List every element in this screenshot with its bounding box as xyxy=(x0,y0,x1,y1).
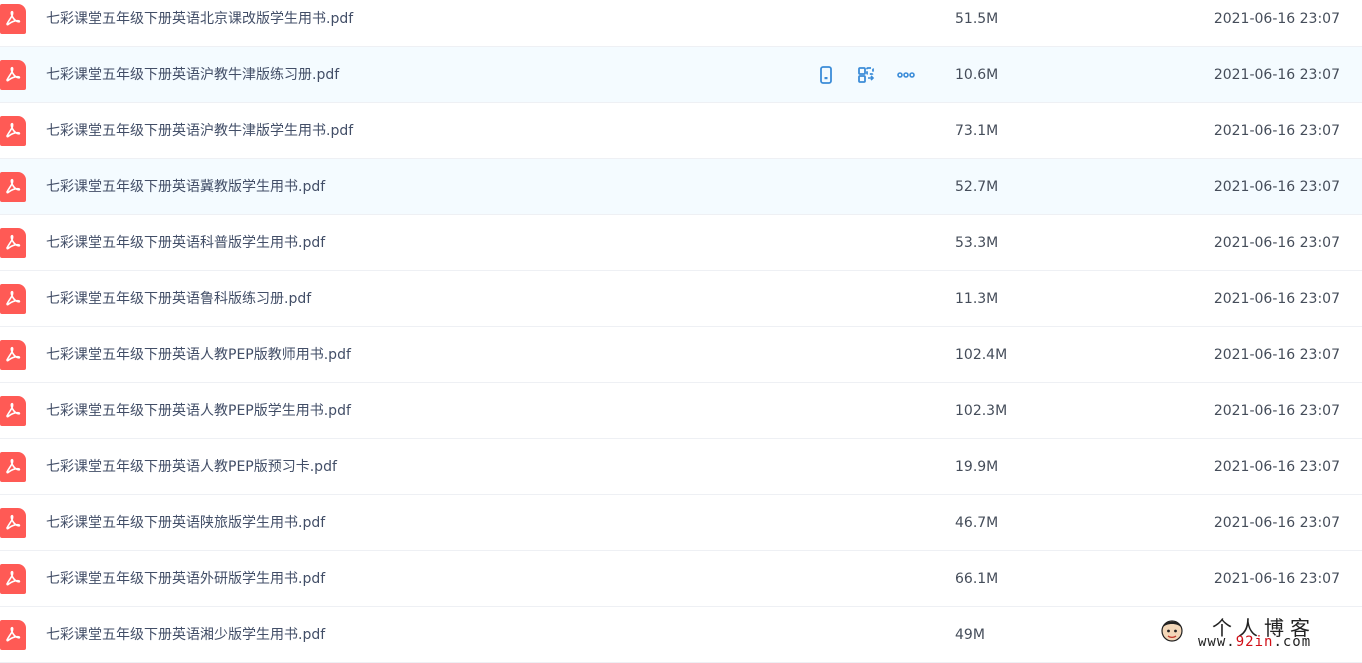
share-link-icon[interactable] xyxy=(856,65,876,85)
file-date: 2021-06-16 23:07 xyxy=(1213,179,1340,195)
file-list: 七彩课堂五年级下册英语北京课改版学生用书.pdf 51.5M 2021-06-1… xyxy=(0,0,1362,663)
pdf-file-icon xyxy=(0,396,26,426)
file-size: 10.6M xyxy=(955,67,999,83)
file-name[interactable]: 七彩课堂五年级下册英语北京课改版学生用书.pdf xyxy=(46,0,353,47)
file-row[interactable]: 七彩课堂五年级下册英语人教PEP版教师用书.pdf 102.4M 2021-06… xyxy=(0,327,1362,383)
file-name[interactable]: 七彩课堂五年级下册英语沪教牛津版练习册.pdf xyxy=(46,47,339,103)
file-row[interactable]: 七彩课堂五年级下册英语沪教牛津版练习册.pdf 10.6M 2021-06-16… xyxy=(0,47,1362,103)
watermark-url: www.92in.com xyxy=(1198,634,1311,650)
file-row[interactable]: 七彩课堂五年级下册英语外研版学生用书.pdf 66.1M 2021-06-16 … xyxy=(0,551,1362,607)
pdf-file-icon xyxy=(0,340,26,370)
file-name[interactable]: 七彩课堂五年级下册英语湘少版学生用书.pdf xyxy=(46,607,325,663)
more-icon[interactable] xyxy=(896,65,916,85)
file-date: 2021-06-16 23:07 xyxy=(1213,515,1340,531)
file-name[interactable]: 七彩课堂五年级下册英语人教PEP版预习卡.pdf xyxy=(46,439,337,495)
file-name[interactable]: 七彩课堂五年级下册英语沪教牛津版学生用书.pdf xyxy=(46,103,353,159)
phone-icon[interactable] xyxy=(816,65,836,85)
file-row[interactable]: 七彩课堂五年级下册英语陕旅版学生用书.pdf 46.7M 2021-06-16 … xyxy=(0,495,1362,551)
pdf-file-icon xyxy=(0,564,26,594)
file-row[interactable]: 七彩课堂五年级下册英语鲁科版练习册.pdf 11.3M 2021-06-16 2… xyxy=(0,271,1362,327)
file-date: 2021-06-16 23:07 xyxy=(1213,291,1340,307)
file-name[interactable]: 七彩课堂五年级下册英语外研版学生用书.pdf xyxy=(46,551,325,607)
cartoon-face-icon xyxy=(1158,616,1186,644)
pdf-file-icon xyxy=(0,228,26,258)
file-date: 2021-06-16 23:07 xyxy=(1213,571,1340,587)
row-actions xyxy=(816,65,916,85)
file-name[interactable]: 七彩课堂五年级下册英语冀教版学生用书.pdf xyxy=(46,159,325,215)
pdf-file-icon xyxy=(0,116,26,146)
file-name[interactable]: 七彩课堂五年级下册英语人教PEP版教师用书.pdf xyxy=(46,327,351,383)
file-size: 11.3M xyxy=(955,291,999,307)
file-size: 102.3M xyxy=(955,403,1008,419)
file-size: 46.7M xyxy=(955,515,999,531)
file-date: 2021-06-16 23:07 xyxy=(1213,235,1340,251)
file-row[interactable]: 七彩课堂五年级下册英语科普版学生用书.pdf 53.3M 2021-06-16 … xyxy=(0,215,1362,271)
file-size: 49M xyxy=(955,627,985,643)
file-name[interactable]: 七彩课堂五年级下册英语人教PEP版学生用书.pdf xyxy=(46,383,351,439)
file-date: 2021-06-16 23:07 xyxy=(1213,347,1340,363)
file-name[interactable]: 七彩课堂五年级下册英语陕旅版学生用书.pdf xyxy=(46,495,325,551)
file-size: 19.9M xyxy=(955,459,999,475)
file-date: 2021-06-16 23:07 xyxy=(1213,459,1340,475)
file-name[interactable]: 七彩课堂五年级下册英语科普版学生用书.pdf xyxy=(46,215,325,271)
pdf-file-icon xyxy=(0,508,26,538)
pdf-file-icon xyxy=(0,60,26,90)
file-row[interactable]: 七彩课堂五年级下册英语人教PEP版学生用书.pdf 102.3M 2021-06… xyxy=(0,383,1362,439)
file-row[interactable]: 七彩课堂五年级下册英语冀教版学生用书.pdf 52.7M 2021-06-16 … xyxy=(0,159,1362,215)
file-row[interactable]: 七彩课堂五年级下册英语人教PEP版预习卡.pdf 19.9M 2021-06-1… xyxy=(0,439,1362,495)
file-size: 53.3M xyxy=(955,235,999,251)
file-row[interactable]: 七彩课堂五年级下册英语沪教牛津版学生用书.pdf 73.1M 2021-06-1… xyxy=(0,103,1362,159)
pdf-file-icon xyxy=(0,284,26,314)
file-size: 51.5M xyxy=(955,11,999,27)
pdf-file-icon xyxy=(0,4,26,34)
pdf-file-icon xyxy=(0,620,26,650)
file-date: 2021-06-16 23:07 xyxy=(1213,403,1340,419)
file-size: 66.1M xyxy=(955,571,999,587)
blog-watermark: 个人博客 www.92in.com xyxy=(1158,612,1344,652)
file-size: 73.1M xyxy=(955,123,999,139)
file-size: 102.4M xyxy=(955,347,1008,363)
file-size: 52.7M xyxy=(955,179,999,195)
file-date: 2021-06-16 23:07 xyxy=(1213,67,1340,83)
watermark-url-suffix: .com xyxy=(1273,634,1312,650)
pdf-file-icon xyxy=(0,172,26,202)
watermark-url-highlight: 92in xyxy=(1235,634,1274,650)
file-date: 2021-06-16 23:07 xyxy=(1213,123,1340,139)
watermark-url-prefix: www. xyxy=(1198,634,1236,650)
file-row[interactable]: 七彩课堂五年级下册英语北京课改版学生用书.pdf 51.5M 2021-06-1… xyxy=(0,0,1362,47)
pdf-file-icon xyxy=(0,452,26,482)
file-date: 2021-06-16 23:07 xyxy=(1213,11,1340,27)
file-name[interactable]: 七彩课堂五年级下册英语鲁科版练习册.pdf xyxy=(46,271,311,327)
